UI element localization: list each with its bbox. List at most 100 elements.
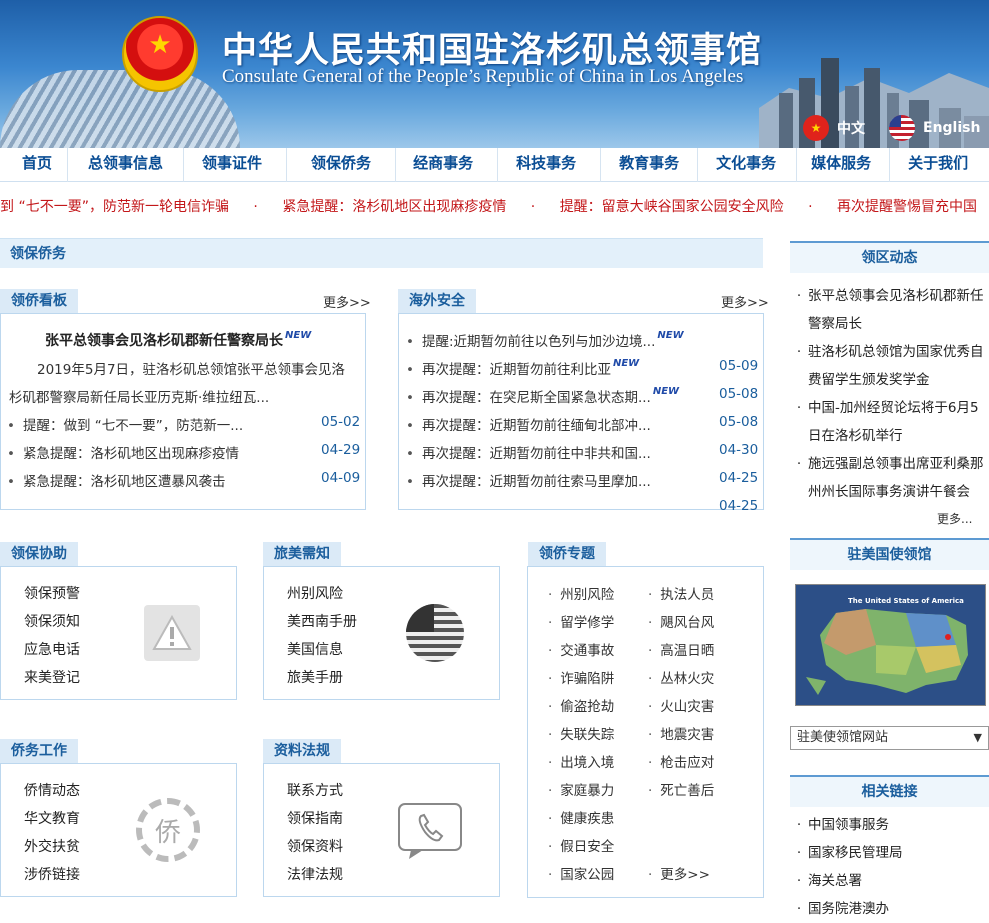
- nav-commerce[interactable]: 经商事务: [396, 148, 499, 182]
- lbxz-link[interactable]: 领保预警: [24, 583, 80, 603]
- lang-chinese-link[interactable]: ★ 中文: [803, 115, 865, 141]
- lqzt-topic-link[interactable]: · 死亡善后: [648, 779, 714, 799]
- ticker-separator: ·: [808, 199, 813, 215]
- sidebar-link[interactable]: · 中国领事服务: [790, 811, 989, 839]
- tab-qwgz[interactable]: 侨务工作: [0, 739, 78, 763]
- lqzt-topic-link[interactable]: · 交通事故: [548, 639, 614, 659]
- lqzt-more-link[interactable]: · 更多>>: [648, 863, 710, 883]
- sidebar-news-item[interactable]: · 张平总领事会见洛杉矶郡新任警察局长: [790, 282, 989, 338]
- lqzt-topic-link[interactable]: · 假日安全: [548, 835, 614, 855]
- hwaq-list-item[interactable]: • 再次提醒：近期暂勿前往缅甸北部冲...: [406, 414, 651, 434]
- lqzt-topic-link[interactable]: · 出境入境: [548, 751, 614, 771]
- ticker-item[interactable]: 到 “七不一要”，防范新一轮电信诈骗: [0, 199, 229, 215]
- zlfg-link[interactable]: 联系方式: [287, 780, 343, 800]
- topic-text: 火山灾害: [660, 699, 715, 715]
- lqkb-list-item[interactable]: • 紧急提醒：洛杉矶地区遭暴风袭击: [7, 470, 225, 490]
- hwaq-list-item[interactable]: • 再次提醒：在突尼斯全国紧急状态期... NEW: [406, 386, 679, 406]
- lbxz-link[interactable]: 应急电话: [24, 639, 80, 659]
- lbxz-link[interactable]: 来美登记: [24, 667, 80, 687]
- nav-consular-docs[interactable]: 领事证件: [184, 148, 288, 182]
- nav-culture[interactable]: 文化事务: [698, 148, 798, 182]
- tab-lmxz[interactable]: 旅美需知: [263, 542, 341, 566]
- lqzt-topic-link[interactable]: · 火山灾害: [648, 695, 714, 715]
- tab-lbxz[interactable]: 领保协助: [0, 542, 78, 566]
- hwaq-list-item[interactable]: • 再次提醒：近期暂勿前往中非共和国...: [406, 442, 651, 462]
- bullet: ·: [548, 643, 553, 659]
- lqzt-topic-link[interactable]: · 失联失踪: [548, 723, 614, 743]
- lqkb-list-item[interactable]: • 紧急提醒：洛杉矶地区出现麻疹疫情: [7, 442, 239, 462]
- lmxz-link[interactable]: 州别风险: [287, 583, 343, 603]
- new-badge: NEW: [657, 330, 684, 341]
- tab-hwaq[interactable]: 海外安全: [398, 289, 476, 313]
- sidebar-news-item[interactable]: · 驻洛杉矶总领馆为国家优秀自费留学生颁发奖学金: [790, 338, 989, 394]
- lqzt-topic-link[interactable]: · 高温日晒: [648, 639, 714, 659]
- new-badge: NEW: [612, 358, 640, 369]
- news-ticker[interactable]: 到 “七不一要”，防范新一轮电信诈骗 · 紧急提醒：洛杉矶地区出现麻疹疫情 · …: [0, 196, 989, 220]
- lqzt-topic-link[interactable]: · 健康疾患: [548, 807, 614, 827]
- hwaq-more-link[interactable]: 更多>>: [721, 292, 769, 311]
- bullet: ·: [796, 901, 802, 917]
- lqzt-topic-link[interactable]: · 家庭暴力: [548, 779, 614, 799]
- nav-education[interactable]: 教育事务: [601, 148, 699, 182]
- lmxz-link[interactable]: 美西南手册: [287, 611, 357, 631]
- sidebar-lqdt-more[interactable]: 更多...: [937, 510, 972, 527]
- nav-consul-general[interactable]: 总领事信息: [68, 148, 185, 182]
- nav-home[interactable]: 首页: [0, 148, 69, 182]
- lqzt-topic-link[interactable]: · 偷盗抢劫: [548, 695, 614, 715]
- lqkb-headline[interactable]: 张平总领事会见洛杉矶郡新任警察局长 NEW: [45, 330, 311, 350]
- lqzt-topic-link[interactable]: · 丛林火灾: [648, 667, 714, 687]
- sidebar-news-item[interactable]: · 中国-加州经贸论坛将于6月5日在洛杉矶举行: [790, 394, 989, 450]
- lqzt-topic-link[interactable]: · 州别风险: [548, 583, 614, 603]
- lqzt-topic-link[interactable]: · 执法人员: [648, 583, 714, 603]
- lqkb-list-item[interactable]: • 提醒：做到 “七不一要”，防范新一...: [7, 414, 243, 434]
- ticker-item[interactable]: 提醒：留意大峡谷国家公园安全风险: [560, 199, 784, 215]
- lqzt-topic-link[interactable]: · 国家公园: [548, 863, 614, 883]
- zlfg-link[interactable]: 领保指南: [287, 808, 343, 828]
- nav-about[interactable]: 关于我们: [890, 148, 986, 182]
- hwaq-list-item[interactable]: • 再次提醒：近期暂勿前往索马里摩加...: [406, 470, 651, 490]
- lang-english-label: English: [923, 120, 981, 136]
- lqzt-topic-link[interactable]: · 留学修学: [548, 611, 614, 631]
- bullet: ·: [648, 867, 653, 883]
- qwgz-link[interactable]: 涉侨链接: [24, 864, 80, 884]
- qwgz-link[interactable]: 华文教育: [24, 808, 80, 828]
- lang-english-link[interactable]: English: [889, 115, 980, 141]
- bullet: •: [406, 390, 414, 406]
- topic-text: 地震灾害: [660, 727, 715, 743]
- sidebar-embassy-title: 驻美国使领馆: [790, 538, 989, 570]
- zlfg-link[interactable]: 法律法规: [287, 864, 343, 884]
- new-badge: NEW: [652, 386, 680, 397]
- hwaq-list-item[interactable]: • 再次提醒：近期暂勿前往利比亚 NEW: [406, 358, 639, 378]
- lqkb-summary-line2: 杉矶郡警察局新任局长亚历克斯·维拉纽瓦...: [9, 390, 270, 406]
- hwaq-list-item[interactable]: • 提醒:近期暂勿前往以色列与加沙边境... NEW: [406, 330, 684, 350]
- tab-lqzt[interactable]: 领侨专题: [528, 542, 606, 566]
- lqzt-topic-link[interactable]: · 飓风台风: [648, 611, 714, 631]
- lqzt-topic-link[interactable]: · 诈骗陷阱: [548, 667, 614, 687]
- nav-media[interactable]: 媒体服务: [797, 148, 891, 182]
- sidebar-link[interactable]: · 国家移民管理局: [790, 839, 989, 867]
- topic-text: 飓风台风: [660, 615, 715, 631]
- consulate-websites-select[interactable]: 驻美使领馆网站 ▼: [790, 726, 989, 750]
- lmxz-link[interactable]: 旅美手册: [287, 667, 343, 687]
- qwgz-link[interactable]: 外交扶贫: [24, 836, 80, 856]
- lbxz-link[interactable]: 领保须知: [24, 611, 80, 631]
- nav-science[interactable]: 科技事务: [498, 148, 602, 182]
- bullet: ·: [548, 811, 553, 827]
- item-text: 张平总领事会见洛杉矶郡新任警察局长: [808, 288, 984, 332]
- sidebar-news-item[interactable]: · 施远强副总领事出席亚利桑那州州长国际事务演讲午餐会: [790, 450, 989, 506]
- qwgz-link[interactable]: 侨情动态: [24, 780, 80, 800]
- tab-zlfg[interactable]: 资料法规: [263, 739, 341, 763]
- topic-text: 失联失踪: [560, 727, 615, 743]
- lmxz-link[interactable]: 美国信息: [287, 639, 343, 659]
- ticker-item[interactable]: 紧急提醒：洛杉矶地区出现麻疹疫情: [282, 199, 506, 215]
- zlfg-link[interactable]: 领保资料: [287, 836, 343, 856]
- ticker-item[interactable]: 再次提醒警惕冒充中国: [837, 199, 977, 215]
- nav-protection[interactable]: 领保侨务: [287, 148, 397, 182]
- lqzt-topic-link[interactable]: · 地震灾害: [648, 723, 714, 743]
- lqzt-topic-link[interactable]: · 枪击应对: [648, 751, 714, 771]
- sidebar-link[interactable]: · 海关总署: [790, 867, 989, 895]
- lqkb-more-link[interactable]: 更多>>: [323, 292, 371, 311]
- tab-lqkb[interactable]: 领侨看板: [0, 289, 78, 313]
- us-map-image[interactable]: The United States of America: [795, 584, 986, 706]
- sidebar-link[interactable]: · 国务院港澳办: [790, 895, 989, 923]
